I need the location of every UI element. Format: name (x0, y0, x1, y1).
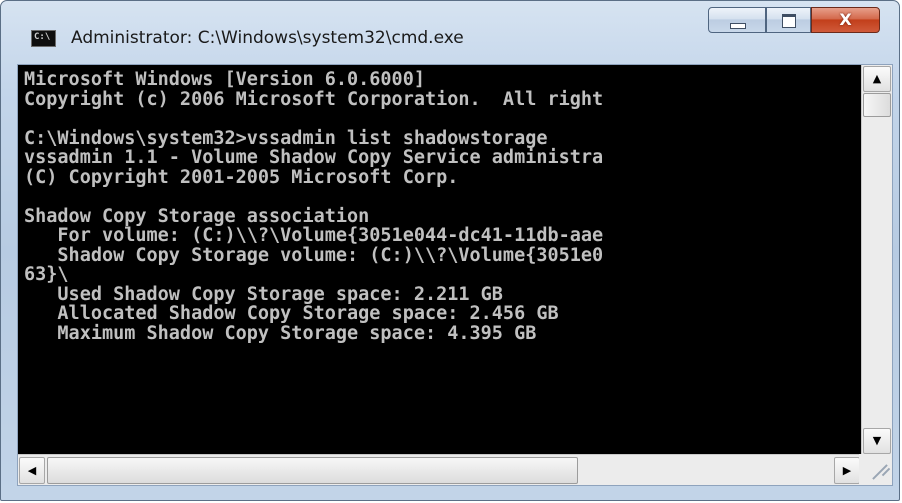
console-line: (C) Copyright 2001-2005 Microsoft Corp. (24, 166, 459, 188)
close-button[interactable]: X (811, 7, 880, 33)
maximize-button[interactable] (766, 7, 811, 33)
scroll-up-button[interactable]: ▲ (863, 66, 891, 92)
scroll-down-button[interactable]: ▼ (863, 428, 891, 454)
console-line: C:\Windows\system32>vssadmin list shadow… (24, 127, 548, 149)
maximize-icon (782, 14, 796, 28)
scroll-right-button[interactable]: ▶ (834, 457, 860, 484)
cmd-icon-label: C:\ (34, 32, 51, 42)
console-line: Allocated Shadow Copy Storage space: 2.4… (24, 303, 559, 324)
console-line: Shadow Copy Storage volume: (C:)\\?\Volu… (24, 244, 604, 266)
title-bar[interactable]: C:\ Administrator: C:\Windows\system32\c… (1, 1, 899, 53)
console-line: Maximum Shadow Copy Storage space: 4.395… (24, 322, 537, 344)
console-line: Used Shadow Copy Storage space: 2.211 GB (24, 283, 503, 305)
minimize-icon (730, 23, 746, 29)
vertical-scroll-thumb[interactable] (863, 93, 891, 117)
console-line: Microsoft Windows [Version 6.0.6000] (24, 70, 425, 90)
console-output[interactable]: Microsoft Windows [Version 6.0.6000] Cop… (24, 70, 860, 450)
resize-grip[interactable] (859, 454, 892, 485)
console-area[interactable]: Microsoft Windows [Version 6.0.6000] Cop… (17, 64, 893, 486)
console-line: Copyright (c) 2006 Microsoft Corporation… (24, 88, 604, 110)
console-line: For volume: (C:)\\?\Volume{3051e044-dc41… (24, 225, 604, 246)
vertical-scrollbar[interactable]: ▲ ▼ (861, 65, 892, 455)
console-line: 63}\ (24, 264, 69, 285)
minimize-button[interactable] (708, 7, 766, 33)
cmd-window: C:\ Administrator: C:\Windows\system32\c… (0, 0, 900, 501)
window-title: Administrator: C:\Windows\system32\cmd.e… (71, 28, 464, 48)
cmd-icon[interactable]: C:\ (31, 30, 56, 47)
scroll-left-button[interactable]: ◀ (19, 457, 45, 484)
close-icon: X (839, 10, 852, 29)
horizontal-scrollbar[interactable]: ◀ ▶ (18, 454, 861, 485)
console-line: Shadow Copy Storage association (24, 205, 370, 227)
horizontal-scroll-thumb[interactable] (47, 457, 578, 484)
console-line: vssadmin 1.1 - Volume Shadow Copy Servic… (24, 147, 604, 168)
